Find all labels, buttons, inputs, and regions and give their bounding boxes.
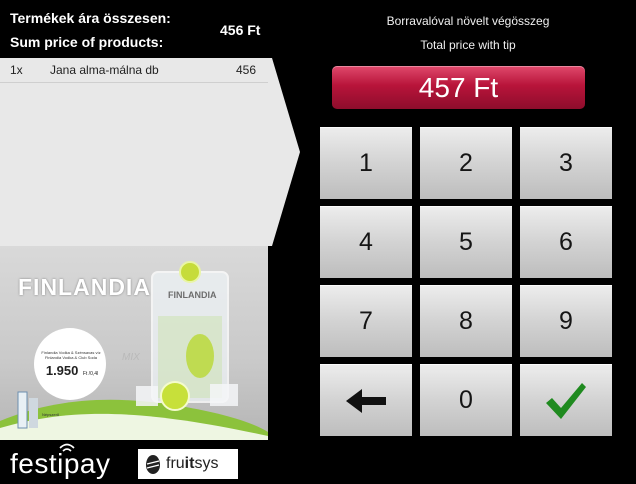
fruitsys-it: it <box>184 455 195 472</box>
key-8[interactable]: 8 <box>420 285 512 357</box>
item-qty: 1x <box>10 63 23 77</box>
ad-footer-label: Népszerű <box>42 412 60 417</box>
fruitsys-wordmark: fruitsys <box>166 455 218 473</box>
item-panel-arrow-bg <box>0 58 300 246</box>
confirm-button[interactable] <box>520 364 612 436</box>
ad-brand-logo: FINLANDIA <box>18 274 151 300</box>
ad-glass-logo: FINLANDIA <box>168 290 217 300</box>
ad-price: 1.950 Ft /0,4l <box>40 362 104 380</box>
key-1[interactable]: 1 <box>320 127 412 199</box>
backspace-button[interactable] <box>320 364 412 436</box>
key-5[interactable]: 5 <box>420 206 512 278</box>
item-list-panel: 1x Jana alma-málna db 456 <box>0 58 300 246</box>
fruitsys-logo: fruitsys <box>138 449 238 479</box>
festipay-logo: festipay <box>10 443 111 480</box>
tip-total-title-en: Total price with tip <box>420 38 516 52</box>
item-price: 456 <box>236 63 257 77</box>
ad-product-line-en: Finlandia Vodka & Club Soda <box>44 355 98 360</box>
total-with-tip-display: 457 Ft <box>332 66 585 109</box>
fruitsys-fru: fru <box>166 455 185 472</box>
key-9[interactable]: 9 <box>520 285 612 357</box>
key-2[interactable]: 2 <box>420 127 512 199</box>
ad-price-value: 1.950 <box>45 363 79 378</box>
key-4[interactable]: 4 <box>320 206 412 278</box>
footer: festipay fruitsys <box>0 440 636 484</box>
tip-total-title-hu: Borravalóval növelt végösszeg <box>386 14 550 28</box>
finlandia-ad-image: FINLANDIA FINLANDIA Finlandia Vodka & Sz… <box>0 246 268 440</box>
summary-title-hu: Termékek ára összesen: <box>10 10 171 26</box>
summary-title-en: Sum price of products: <box>10 34 164 50</box>
key-0[interactable]: 0 <box>420 364 512 436</box>
order-summary-header: Termékek ára összesen: Sum price of prod… <box>0 0 272 58</box>
arrow-left-icon <box>346 389 386 414</box>
ad-price-unit: Ft /0,4l <box>82 371 99 377</box>
fruit-icon <box>146 455 160 474</box>
fruitsys-sys: sys <box>194 455 219 472</box>
wifi-icon <box>59 443 75 452</box>
key-7[interactable]: 7 <box>320 285 412 357</box>
key-6[interactable]: 6 <box>520 206 612 278</box>
key-3[interactable]: 3 <box>520 127 612 199</box>
item-name: Jana alma-málna db <box>50 63 159 77</box>
list-item[interactable]: 1x Jana alma-málna db 456 <box>0 58 268 83</box>
checkmark-icon <box>546 383 586 420</box>
summary-amount: 456 Ft <box>220 22 261 38</box>
ad-mix-label: MIX <box>122 352 140 363</box>
